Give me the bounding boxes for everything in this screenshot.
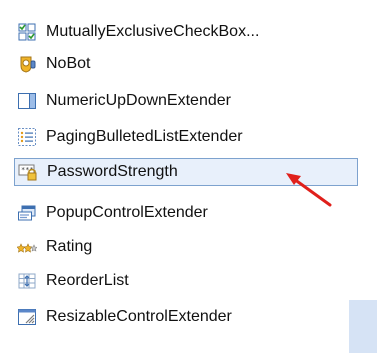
toolbox-item-resizable-control[interactable]: ResizableControlExtender	[17, 304, 232, 330]
toolbox-item-nobot[interactable]: NoBot	[17, 51, 90, 77]
toolbox-item-paging-bulleted-list[interactable]: PagingBulletedListExtender	[17, 124, 243, 150]
toolbox-item-password-strength[interactable]: *** PasswordStrength	[14, 158, 358, 186]
toolbox-item-rating[interactable]: Rating	[17, 234, 92, 260]
scrollbar[interactable]	[349, 300, 377, 353]
checkbox-group-icon	[17, 22, 37, 42]
toolbox-item-label: PasswordStrength	[47, 163, 178, 180]
toolbox-item-reorder-list[interactable]: ReorderList	[17, 268, 129, 294]
toolbox-item-label: PopupControlExtender	[46, 204, 208, 221]
toolbox-item-popup-control[interactable]: PopupControlExtender	[17, 200, 208, 226]
toolbox-item-label: ReorderList	[46, 272, 129, 289]
toolbox-item-label: NoBot	[46, 55, 91, 72]
numeric-updown-icon	[17, 91, 37, 111]
password-lock-icon: ***	[18, 162, 38, 182]
bulleted-list-icon	[17, 127, 37, 147]
rating-stars-icon	[17, 237, 37, 257]
toolbox-item-mutually-exclusive-checkbox[interactable]: MutuallyExclusiveCheckBox...	[17, 19, 259, 45]
toolbox-item-label: PagingBulletedListExtender	[46, 128, 243, 145]
resizable-control-icon	[17, 307, 37, 327]
bot-shield-icon	[17, 54, 37, 74]
popup-control-icon	[17, 203, 37, 223]
toolbox-item-numeric-updown[interactable]: NumericUpDownExtender	[17, 88, 231, 114]
reorder-list-icon	[17, 271, 37, 291]
toolbox-item-label: ResizableControlExtender	[46, 308, 232, 325]
toolbox-item-label: MutuallyExclusiveCheckBox...	[46, 23, 260, 40]
toolbox-item-label: Rating	[46, 238, 93, 255]
toolbox-item-label: NumericUpDownExtender	[46, 92, 231, 109]
